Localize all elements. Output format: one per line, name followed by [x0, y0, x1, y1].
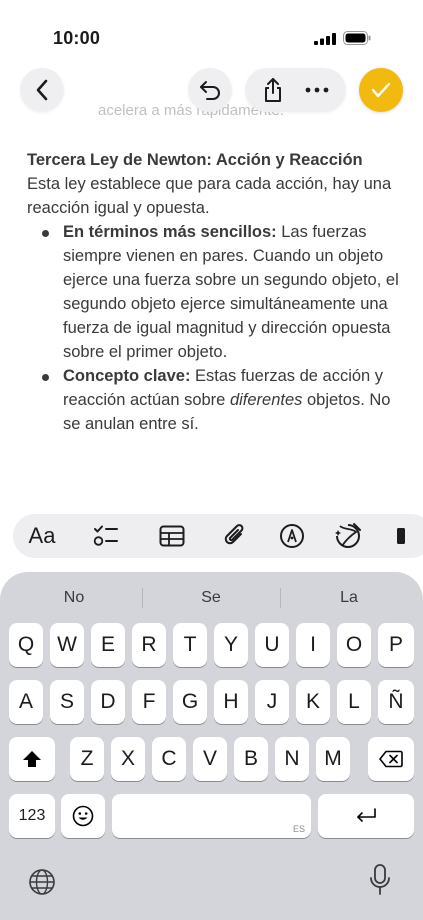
return-icon [357, 808, 376, 822]
key-p[interactable]: P [378, 623, 414, 667]
numbers-key[interactable]: 123 [9, 794, 55, 838]
undo-button[interactable] [188, 68, 232, 112]
key-z[interactable]: Z [70, 737, 104, 781]
share-icon [264, 78, 281, 102]
shift-icon [23, 751, 41, 767]
bullet-bold-label: En términos más sencillos: [63, 223, 277, 241]
emoji-key[interactable] [61, 794, 105, 838]
pen-tip-circle-icon [280, 524, 304, 548]
note-toolbar [0, 68, 423, 114]
key-c[interactable]: C [152, 737, 186, 781]
markup-button[interactable] [277, 514, 307, 558]
key-a[interactable]: A [9, 680, 43, 724]
attachment-button[interactable] [220, 514, 250, 558]
writing-tools-button[interactable] [333, 514, 363, 558]
keyboard: No Se La Q W E R T Y U I O P A S D F G H… [0, 572, 423, 920]
bullet-bold-label: Concepto clave: [63, 367, 191, 385]
delete-backward-icon [379, 750, 403, 768]
status-time: 10:00 [53, 28, 101, 48]
predictive-bar: No Se La [0, 584, 423, 612]
suggestion-divider [142, 588, 143, 608]
bullet-italic-text: diferentes [229, 391, 303, 409]
more-button[interactable] [305, 87, 329, 93]
shift-key[interactable] [9, 737, 55, 781]
battery-icon [343, 31, 371, 45]
suggestion-divider [280, 588, 281, 608]
key-i[interactable]: I [296, 623, 330, 667]
space-bar[interactable]: ES [112, 794, 311, 838]
format-toolbar: Aa [13, 514, 423, 558]
key-r[interactable]: R [132, 623, 166, 667]
checkmark-icon [371, 82, 391, 98]
list-item: Concepto clave: Estas fuerzas de acción … [27, 364, 407, 436]
chevron-left-icon [36, 79, 48, 101]
note-heading: Tercera Ley de Newton: Acción y Reacción [27, 151, 363, 169]
key-q[interactable]: Q [9, 623, 43, 667]
ellipsis-icon [305, 87, 329, 93]
key-t[interactable]: T [173, 623, 207, 667]
key-y[interactable]: Y [214, 623, 248, 667]
key-x[interactable]: X [111, 737, 145, 781]
key-f[interactable]: F [132, 680, 166, 724]
key-k[interactable]: K [296, 680, 330, 724]
done-button[interactable] [359, 68, 403, 112]
key-o[interactable]: O [337, 623, 371, 667]
key-e[interactable]: E [91, 623, 125, 667]
suggestion-3[interactable]: La [289, 584, 409, 612]
key-j[interactable]: J [255, 680, 289, 724]
bullet-dot [42, 374, 49, 381]
suggestion-2[interactable]: Se [151, 584, 271, 612]
share-more-group [245, 68, 346, 112]
back-button[interactable] [20, 68, 64, 112]
status-bar: 10:00 [0, 0, 423, 70]
key-w[interactable]: W [50, 623, 84, 667]
text-format-button[interactable]: Aa [27, 514, 57, 558]
return-key[interactable] [318, 794, 414, 838]
more-format-button[interactable] [395, 514, 407, 558]
delete-key[interactable] [368, 737, 414, 781]
bullet-list: En términos más sencillos: Las fuerzas s… [27, 220, 407, 436]
note-intro: Esta ley establece que para cada acción,… [27, 175, 392, 217]
space-language-label: ES [292, 824, 305, 834]
list-item: En términos más sencillos: Las fuerzas s… [27, 220, 407, 364]
key-l[interactable]: L [337, 680, 371, 724]
key-d[interactable]: D [91, 680, 125, 724]
suggestion-1[interactable]: No [14, 584, 134, 612]
paperclip-icon [224, 524, 244, 545]
signal-icon [314, 33, 336, 45]
share-button[interactable] [262, 77, 284, 103]
table-icon [159, 525, 185, 547]
text-format-label: Aa [28, 523, 56, 548]
writing-tools-icon [335, 523, 361, 549]
globe-icon[interactable] [28, 868, 56, 896]
key-n[interactable]: N [275, 737, 309, 781]
key-u[interactable]: U [255, 623, 289, 667]
table-button[interactable] [157, 514, 187, 558]
note-body[interactable]: Tercera Ley de Newton: Acción y Reacción… [27, 148, 407, 436]
key-b[interactable]: B [234, 737, 268, 781]
truncated-icon [397, 528, 405, 544]
key-g[interactable]: G [173, 680, 207, 724]
checklist-icon [93, 525, 118, 546]
bullet-dot [42, 230, 49, 237]
bullet-text: Las fuerzas siempre vienen en pares. Cua… [63, 223, 399, 361]
key-h[interactable]: H [214, 680, 248, 724]
key-v[interactable]: V [193, 737, 227, 781]
undo-icon [200, 81, 220, 100]
key-m[interactable]: M [316, 737, 350, 781]
key-s[interactable]: S [50, 680, 84, 724]
microphone-icon[interactable] [369, 864, 391, 896]
key-n-tilde[interactable]: Ñ [378, 680, 414, 724]
checklist-button[interactable] [91, 514, 121, 558]
emoji-icon [72, 805, 94, 827]
